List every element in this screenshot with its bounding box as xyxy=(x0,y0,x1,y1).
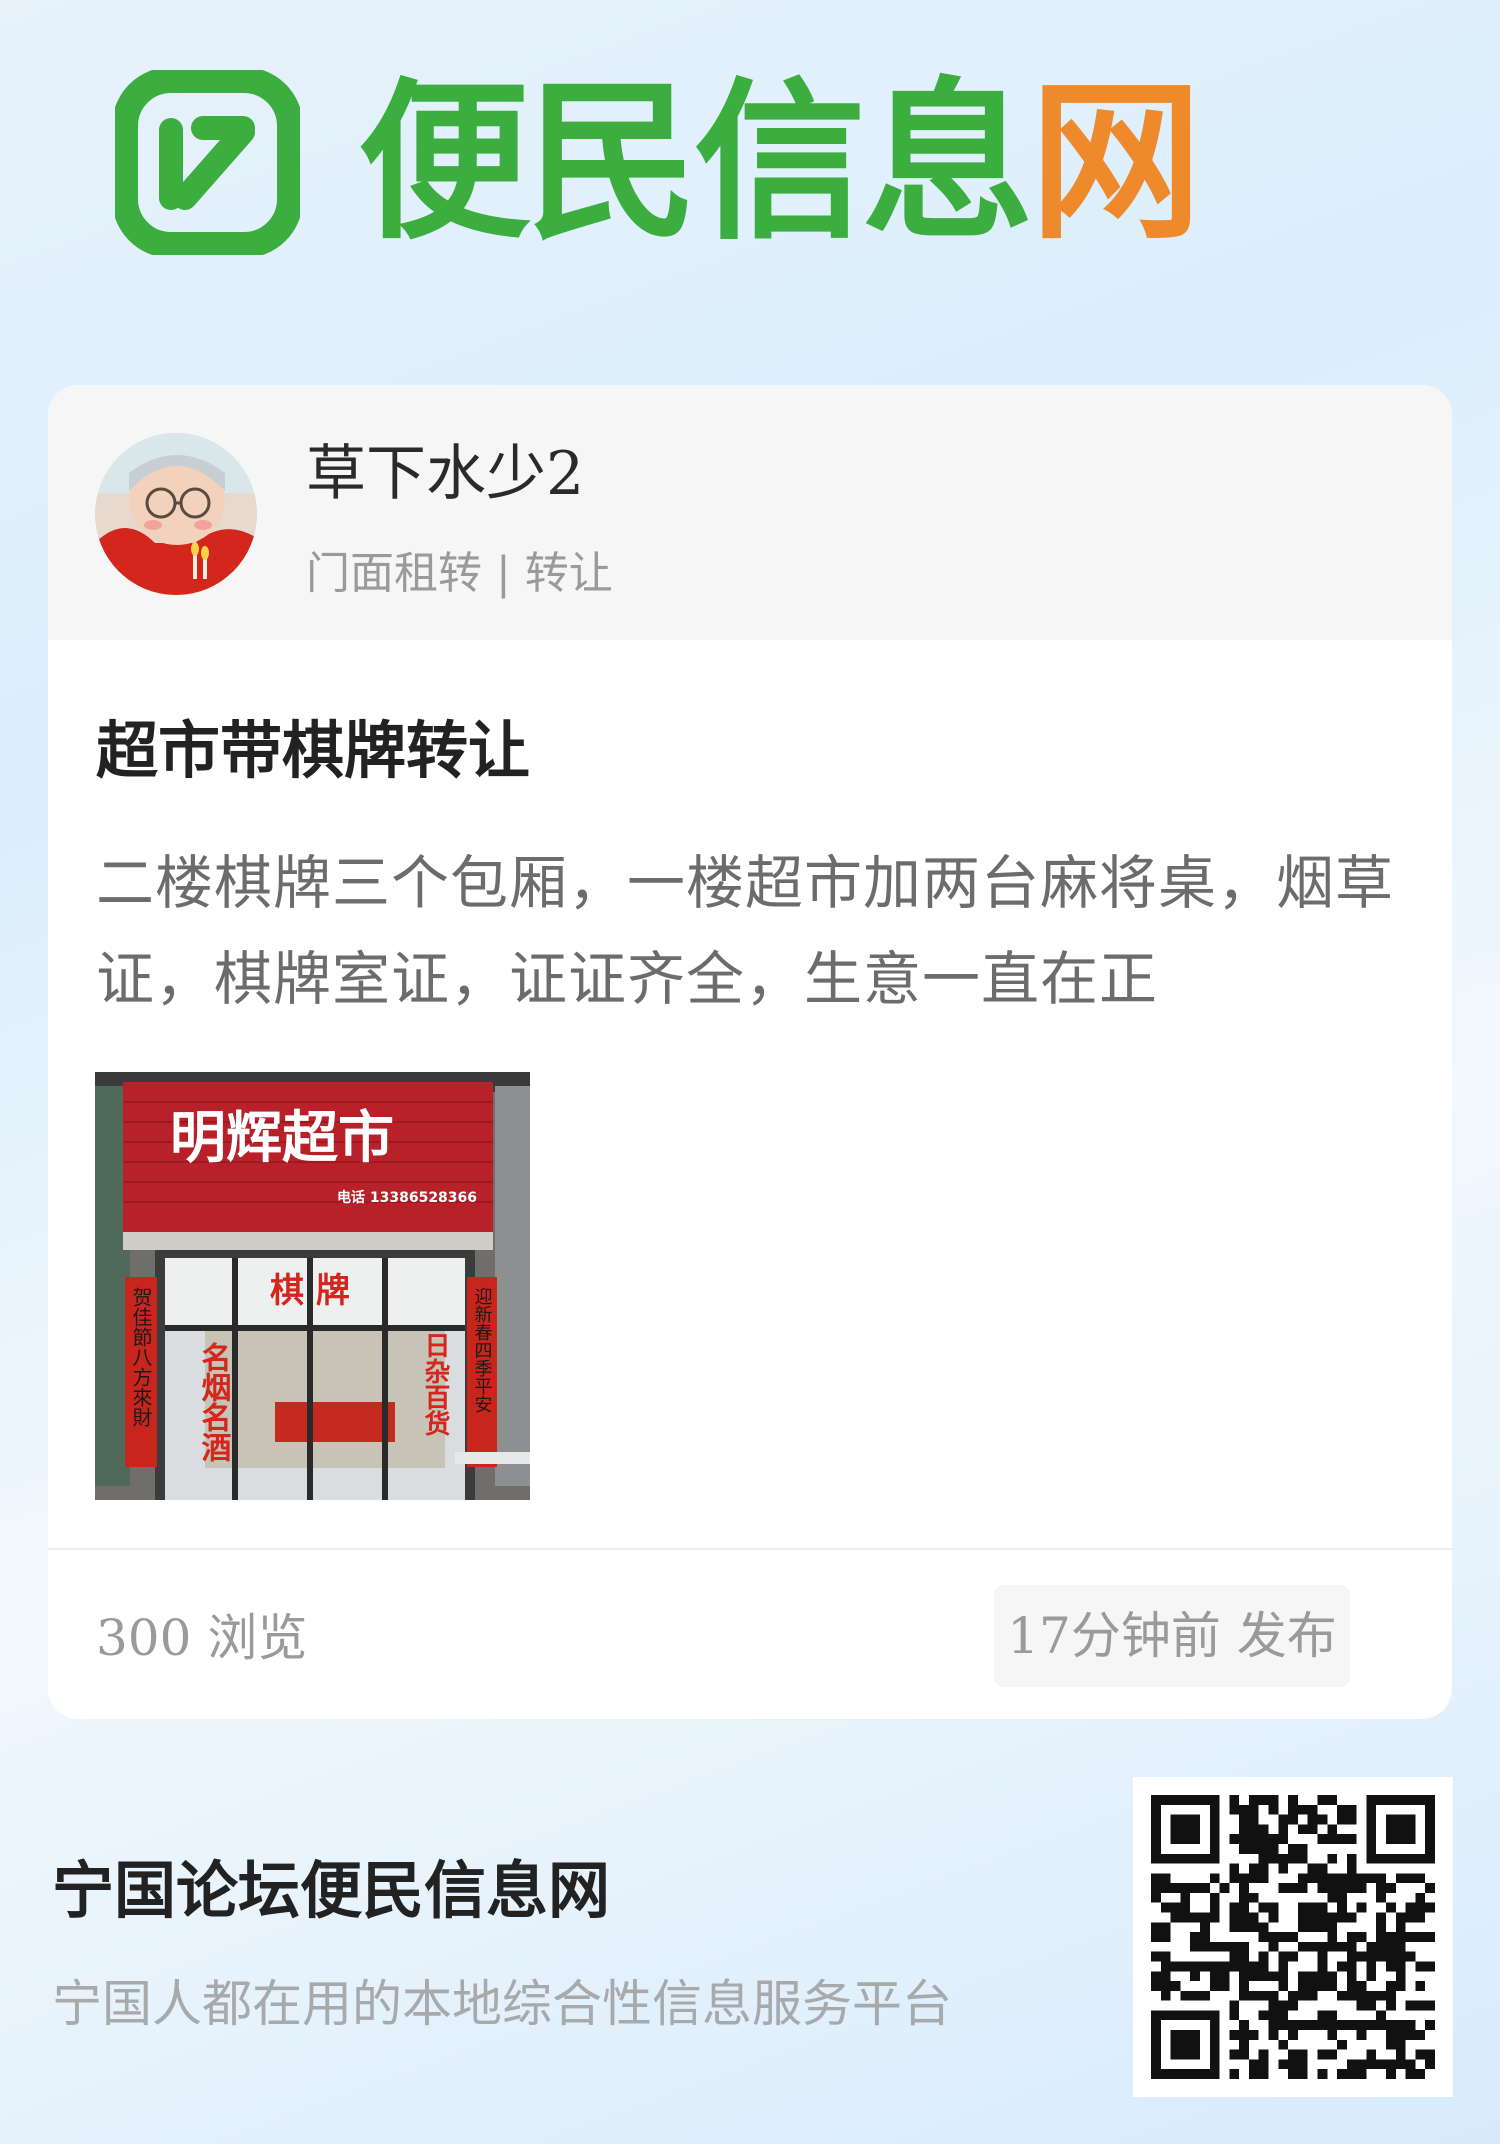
qr-code-icon xyxy=(1151,1795,1435,2079)
post-header xyxy=(48,385,1452,640)
avatar-image xyxy=(95,433,257,595)
left-couplet: 贺佳節八方來財 xyxy=(129,1287,153,1427)
site-logo: 便民信息网 xyxy=(115,70,1395,255)
post-body[interactable]: 二楼棋牌三个包厢，一楼超市加两台麻将桌，烟草证，棋牌室证，证证齐全，生意一直在正 xyxy=(96,835,1416,1035)
right-window-banner: 日杂百货 xyxy=(420,1332,450,1437)
publish-time-badge: 17分钟前 发布 xyxy=(994,1585,1350,1687)
logo-icon xyxy=(115,70,300,255)
post-title[interactable]: 超市带棋牌转让 xyxy=(96,700,530,790)
qr-code[interactable] xyxy=(1133,1777,1453,2097)
shop-sign-text: 明辉超市 xyxy=(170,1106,394,1171)
view-count: 300 浏览 xyxy=(96,1609,308,1667)
author-avatar[interactable] xyxy=(95,433,257,595)
post-card[interactable]: 草下水少2 门面租转 | 转让 超市带棋牌转让 二楼棋牌三个包厢，一楼超市加两台… xyxy=(48,385,1452,1719)
author-name[interactable]: 草下水少2 xyxy=(306,425,584,512)
site-slogan: 宁国人都在用的本地综合性信息服务平台 xyxy=(52,1975,952,2033)
logo-text-accent: 网 xyxy=(1030,62,1202,263)
card-divider xyxy=(48,1548,1452,1550)
post-category[interactable]: 门面租转 | 转让 xyxy=(306,537,613,601)
window-sign-text: 棋 牌 xyxy=(270,1271,350,1311)
post-image[interactable]: 明辉超市 电话 13386528366 棋 牌 名烟名酒 日杂百货 贺佳節八方來… xyxy=(95,1072,530,1500)
left-window-banner: 名烟名酒 xyxy=(196,1342,232,1462)
shop-photo: 明辉超市 电话 13386528366 棋 牌 名烟名酒 日杂百货 贺佳節八方來… xyxy=(95,1072,530,1500)
logo-text-main: 便民信息 xyxy=(358,62,1034,263)
logo-wordmark: 便民信息网 xyxy=(358,70,1202,255)
right-couplet: 迎新春四季平安 xyxy=(472,1287,493,1413)
shop-phone-text: 电话 13386528366 xyxy=(337,1189,477,1206)
site-name: 宁国论坛便民信息网 xyxy=(52,1854,611,1927)
